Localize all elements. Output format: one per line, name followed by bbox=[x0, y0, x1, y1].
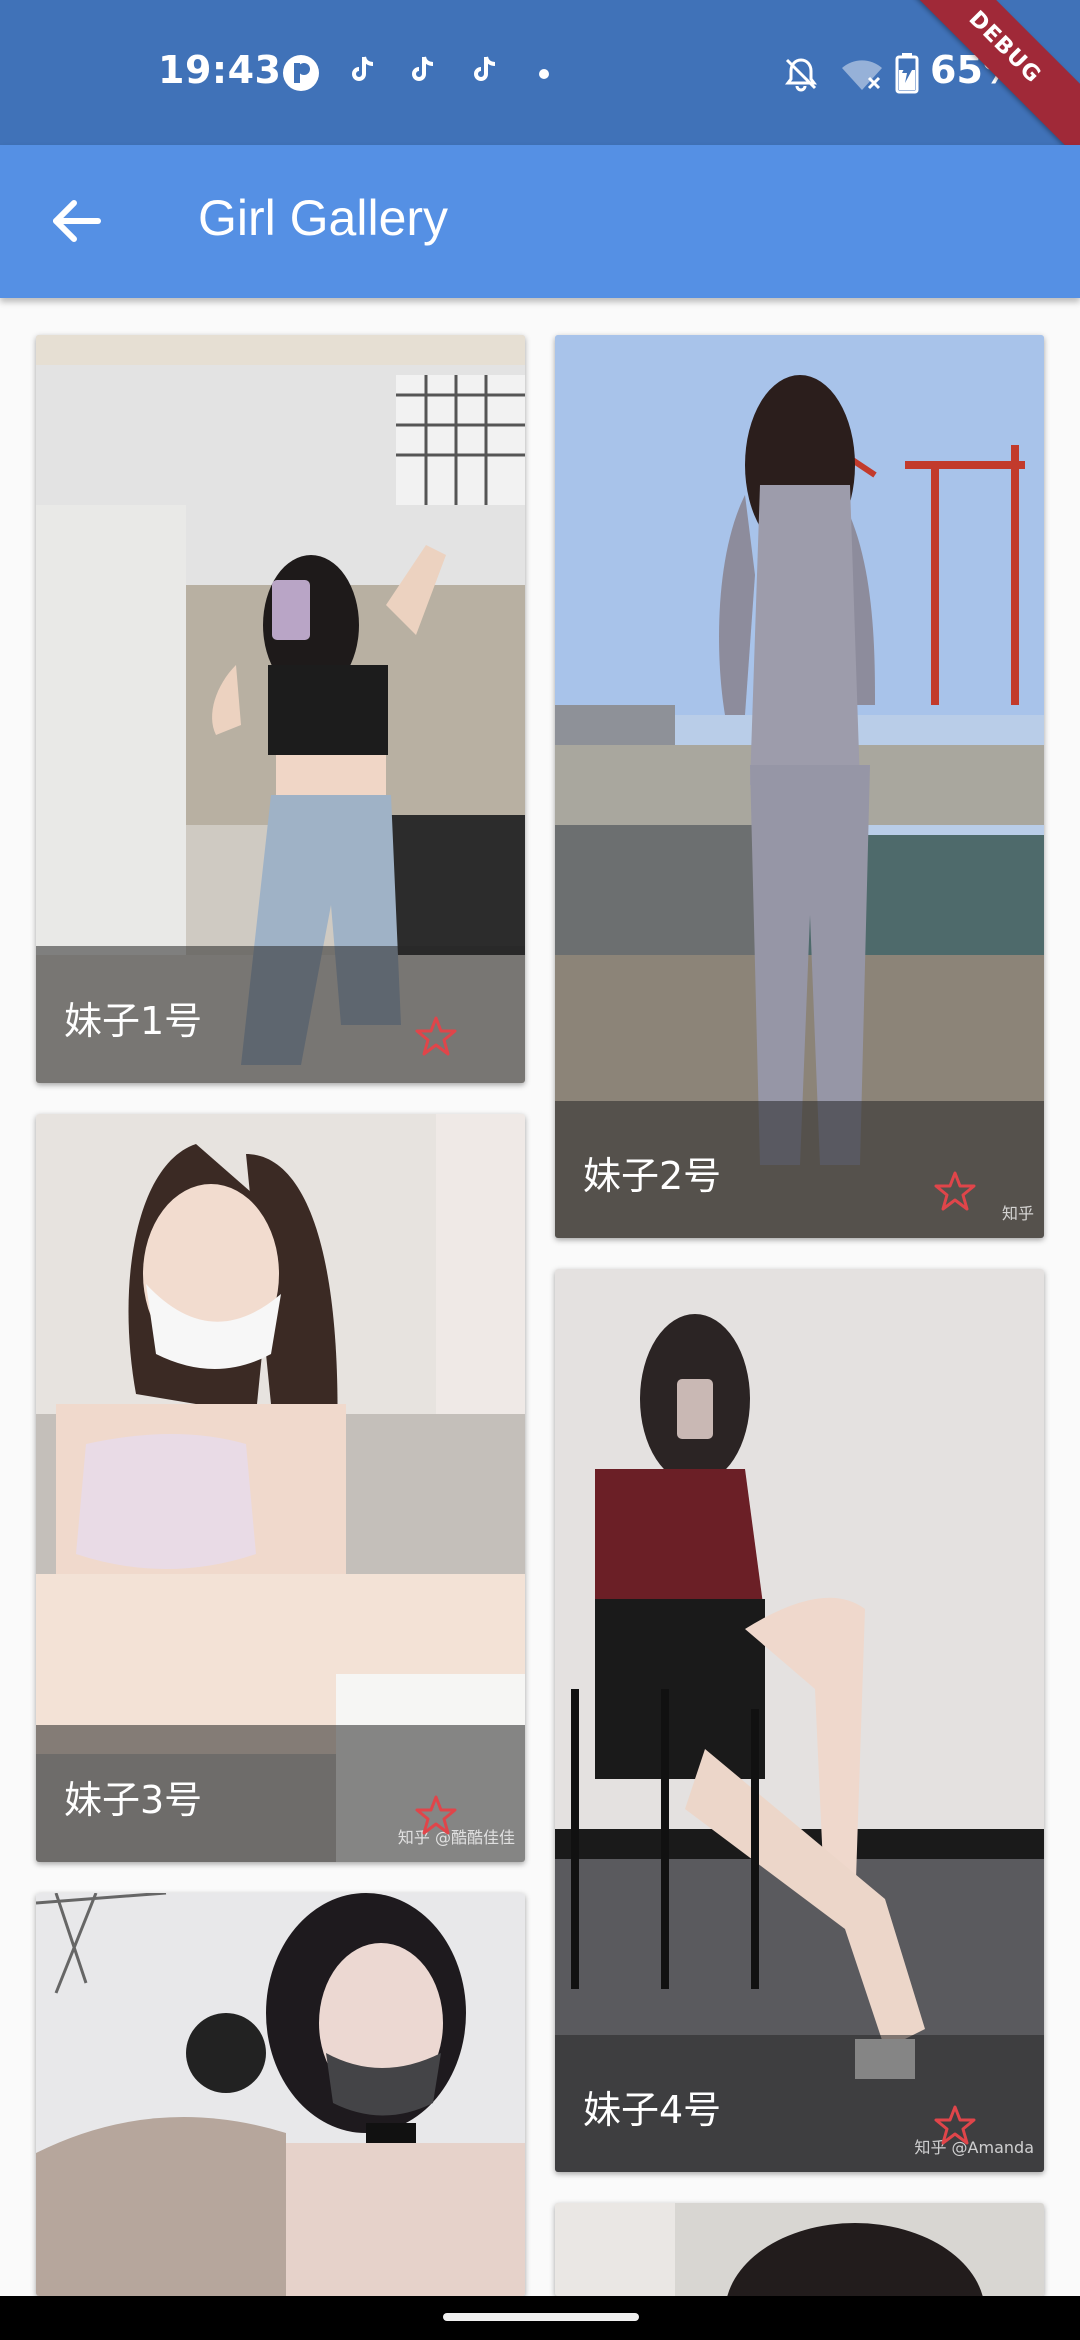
gallery-card[interactable]: 妹子2号 知乎 bbox=[555, 335, 1044, 1238]
card-title: 妹子4号 bbox=[583, 2088, 722, 2132]
gallery-card[interactable] bbox=[36, 1893, 525, 2296]
favorite-star-icon[interactable] bbox=[934, 2104, 976, 2146]
status-bar: 19:43 65% DEBUG bbox=[0, 0, 1080, 187]
bell-off-icon bbox=[785, 58, 817, 92]
dot-icon bbox=[539, 69, 549, 79]
gallery-card[interactable]: 妹子1号 bbox=[36, 335, 525, 1083]
image-watermark: 知乎 bbox=[1001, 1204, 1034, 1223]
tiktok-icon bbox=[352, 56, 374, 81]
app-r-icon bbox=[283, 55, 319, 91]
gallery-card[interactable] bbox=[555, 2203, 1044, 2296]
home-gesture-handle[interactable] bbox=[443, 2313, 639, 2321]
gallery-card[interactable]: 妹子3号 知乎 @酷酷佳佳 bbox=[36, 1114, 525, 1862]
wifi-off-icon bbox=[842, 60, 882, 90]
tiktok-icon bbox=[474, 56, 496, 81]
gallery-image bbox=[36, 1893, 525, 2296]
tiktok-icon bbox=[412, 56, 434, 81]
arrow-left-icon bbox=[53, 200, 101, 242]
gallery-card[interactable]: 妹子4号 知乎 @Amanda bbox=[555, 1269, 1044, 2172]
app-bar: Girl Gallery bbox=[0, 145, 1080, 298]
gallery-image bbox=[555, 2203, 1044, 2296]
back-button[interactable] bbox=[40, 185, 112, 257]
battery-charging-icon bbox=[895, 53, 919, 94]
favorite-star-icon[interactable] bbox=[415, 1015, 457, 1057]
app-title: Girl Gallery bbox=[198, 190, 449, 246]
favorite-star-icon[interactable] bbox=[415, 1794, 457, 1836]
card-title: 妹子2号 bbox=[583, 1154, 722, 1198]
favorite-star-icon[interactable] bbox=[934, 1170, 976, 1212]
navigation-bar bbox=[0, 2296, 1080, 2340]
card-title: 妹子1号 bbox=[64, 999, 203, 1043]
status-time: 19:43 bbox=[158, 48, 282, 92]
card-title: 妹子3号 bbox=[64, 1778, 203, 1822]
